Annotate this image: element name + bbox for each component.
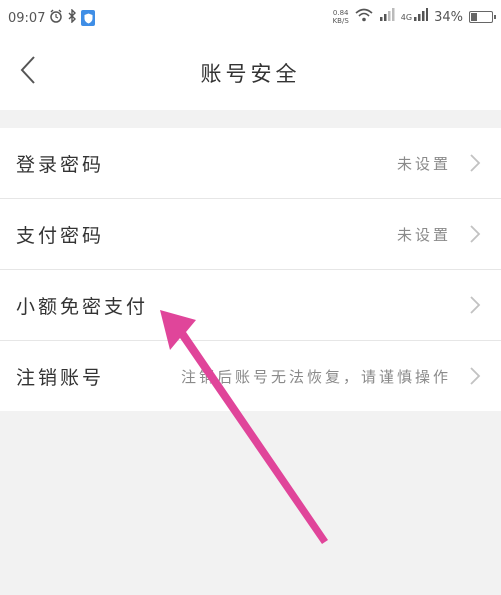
row-label: 支付密码 bbox=[16, 225, 105, 247]
bluetooth-icon bbox=[67, 8, 77, 27]
battery-icon bbox=[469, 11, 496, 23]
chevron-right-icon bbox=[470, 154, 481, 172]
navigation-bar: 账号安全 bbox=[0, 34, 501, 110]
small-amount-password-free-row[interactable]: 小额免密支付 bbox=[0, 270, 501, 341]
login-password-row[interactable]: 登录密码 未设置 bbox=[0, 128, 501, 199]
battery-percent: 34% bbox=[434, 9, 463, 25]
clock-time: 09:07 bbox=[8, 10, 46, 26]
network-type: 4G bbox=[400, 12, 413, 22]
status-bar-right: 0.84 KB/S 4G 34% bbox=[333, 8, 496, 26]
page-title: 账号安全 bbox=[200, 62, 301, 86]
chevron-right-icon bbox=[470, 225, 481, 243]
row-label: 注销账号 bbox=[16, 367, 105, 389]
alarm-icon bbox=[49, 9, 63, 27]
status-bar-left: 09:07 bbox=[8, 8, 96, 27]
network-speed: 0.84 KB/S bbox=[333, 9, 349, 25]
status-bar: 09:07 0.84 KB/S 4G 34% bbox=[0, 0, 501, 34]
row-label: 小额免密支付 bbox=[16, 296, 149, 318]
battery-fill bbox=[471, 13, 477, 21]
wifi-icon bbox=[355, 8, 373, 26]
signal-icon bbox=[379, 8, 395, 26]
chevron-right-icon bbox=[470, 296, 481, 314]
row-value: 未设置 bbox=[396, 155, 451, 173]
security-shield-icon bbox=[81, 10, 96, 26]
payment-password-row[interactable]: 支付密码 未设置 bbox=[0, 199, 501, 270]
network-speed-unit: KB/S bbox=[332, 17, 349, 25]
network-speed-value: 0.84 bbox=[332, 9, 349, 17]
signal-4g-icon bbox=[414, 8, 429, 26]
chevron-right-icon bbox=[470, 367, 481, 385]
row-label: 登录密码 bbox=[16, 154, 105, 176]
row-value: 未设置 bbox=[396, 226, 451, 244]
row-value: 注销后账号无法恢复，请谨慎操作 bbox=[180, 368, 451, 386]
settings-list: 登录密码 未设置 支付密码 未设置 小额免密支付 注销账号 注销后账号无法恢复，… bbox=[0, 128, 501, 411]
cancel-account-row[interactable]: 注销账号 注销后账号无法恢复，请谨慎操作 bbox=[0, 341, 501, 411]
